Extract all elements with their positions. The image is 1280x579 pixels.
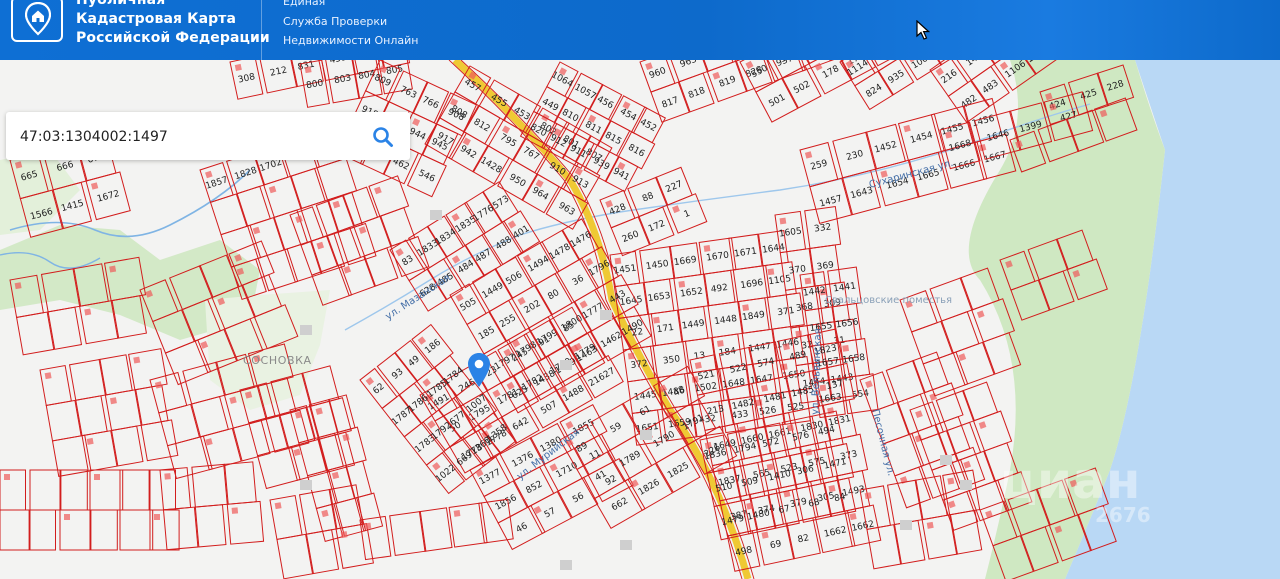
building-footprint <box>900 520 912 530</box>
building-footprint <box>640 430 652 440</box>
building <box>717 340 724 347</box>
watermark-id: 2676 <box>1095 503 1151 527</box>
building <box>786 424 795 432</box>
search-input[interactable] <box>18 122 362 152</box>
building <box>44 372 52 380</box>
building <box>746 502 754 510</box>
brand-line-3: Российской Федерации <box>76 30 270 46</box>
cadastral-search-box <box>6 112 410 160</box>
brand-title: Публичная Кадастровая Карта Российской Ф… <box>76 0 270 48</box>
building <box>94 474 100 480</box>
building <box>779 217 787 225</box>
building <box>742 304 750 312</box>
brand-line-1: Публичная <box>76 0 166 8</box>
service-line-3: Недвижимости Онлайн <box>283 34 419 47</box>
building <box>760 384 769 392</box>
watermark: циан <box>1000 452 1140 510</box>
building-footprint <box>300 325 312 335</box>
building-footprint <box>560 560 572 570</box>
building <box>133 356 141 364</box>
building-footprint <box>960 480 972 490</box>
building <box>274 502 282 510</box>
building <box>64 514 70 520</box>
service-line-2: Служба Проверки <box>283 14 388 28</box>
building <box>234 63 242 71</box>
building <box>109 397 117 405</box>
building <box>4 474 10 480</box>
building-footprint <box>940 455 952 465</box>
building-footprint <box>600 310 612 320</box>
building <box>782 343 790 351</box>
service-title: Единая Служба Проверки Недвижимости Онла… <box>283 0 418 51</box>
building <box>84 308 92 316</box>
building <box>154 514 160 520</box>
building-footprint <box>300 480 312 490</box>
location-pin-icon[interactable] <box>467 352 491 388</box>
building-footprint <box>560 360 572 370</box>
building <box>828 485 836 493</box>
building <box>842 344 850 352</box>
place-label: СОСНОВКА <box>243 354 312 367</box>
building-footprint <box>430 210 442 220</box>
building <box>164 473 171 480</box>
building <box>739 426 747 434</box>
house-pin-icon <box>25 2 51 36</box>
building <box>926 521 934 529</box>
building <box>864 492 872 500</box>
building <box>766 463 774 471</box>
building <box>694 361 702 369</box>
building <box>614 257 622 265</box>
building <box>231 507 239 514</box>
building <box>627 352 635 360</box>
building <box>14 282 22 290</box>
logo[interactable] <box>11 0 63 42</box>
building <box>703 245 711 252</box>
service-line-1: Единая <box>283 0 326 8</box>
building <box>804 277 812 285</box>
building <box>304 66 312 74</box>
building <box>947 477 955 485</box>
building <box>453 510 461 517</box>
mouse-cursor-icon <box>916 20 930 40</box>
building <box>849 512 857 521</box>
building <box>678 280 686 288</box>
search-icon[interactable] <box>372 126 394 148</box>
building <box>340 531 348 539</box>
building <box>653 316 660 324</box>
building <box>767 268 775 276</box>
building-footprint <box>620 540 632 550</box>
place-label: Свальцовские поместья <box>825 295 952 306</box>
building <box>364 522 372 530</box>
header-divider <box>261 0 262 60</box>
building <box>109 265 117 273</box>
building <box>827 407 835 415</box>
building <box>86 437 94 445</box>
brand-line-2: Кадастровая Карта <box>76 11 237 27</box>
app-header: Публичная Кадастровая Карта Российской Ф… <box>0 0 1280 60</box>
building <box>761 531 769 539</box>
